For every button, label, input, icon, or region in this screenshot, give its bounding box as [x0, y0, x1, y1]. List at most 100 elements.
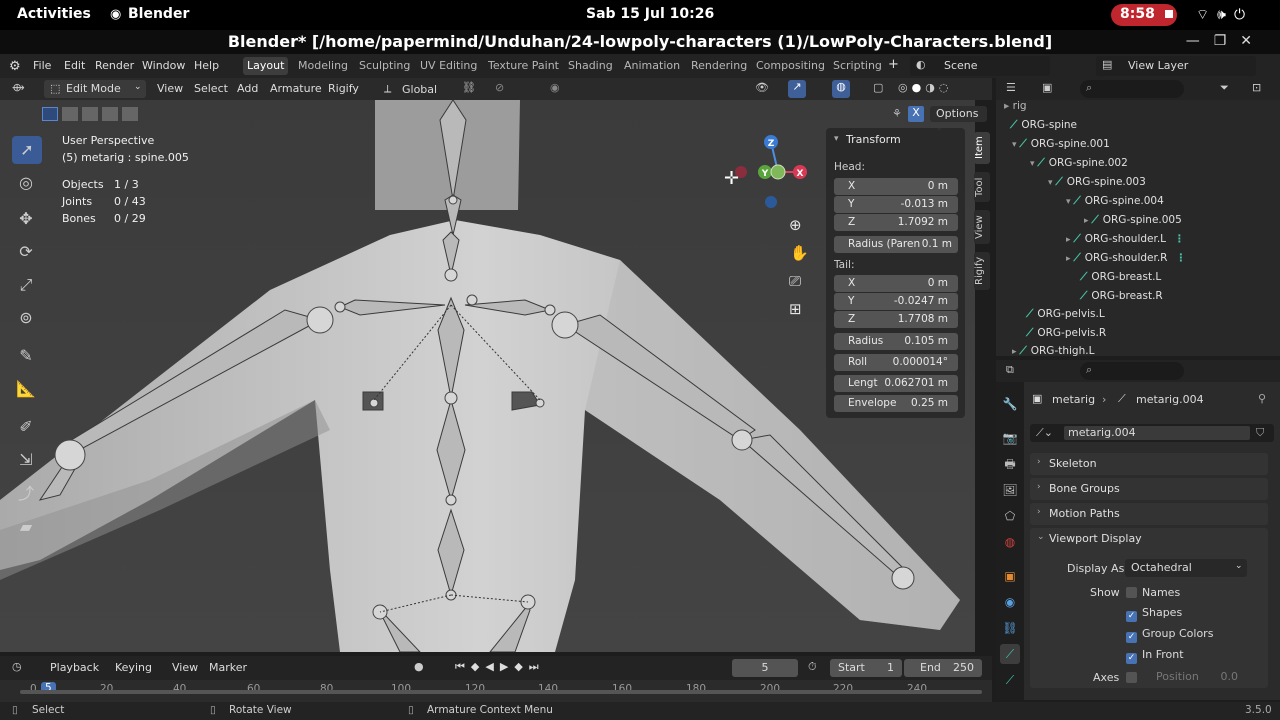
- menu-playback[interactable]: Playback: [50, 661, 99, 674]
- roll-tool[interactable]: ✐: [12, 413, 40, 441]
- roll-field[interactable]: Roll 0.000014°: [834, 354, 958, 371]
- overlay-toggle-icon[interactable]: ◍: [832, 80, 850, 98]
- tail-z-field[interactable]: Z 1.7708 m: [834, 311, 958, 328]
- select-intersect-icon[interactable]: [122, 107, 138, 121]
- select-new-icon[interactable]: [42, 107, 58, 121]
- group-colors-checkbox[interactable]: ✓ Group Colors: [1126, 627, 1213, 643]
- tab-texture-paint[interactable]: Texture Paint: [488, 59, 559, 72]
- options-dropdown[interactable]: Options ⌄: [930, 106, 987, 132]
- head-y-field[interactable]: Y -0.013 m: [834, 196, 958, 213]
- material-icon[interactable]: ◑: [925, 81, 939, 94]
- view-layer-tab-icon[interactable]: 🖼: [1000, 480, 1020, 500]
- select-extend-icon[interactable]: [62, 107, 78, 121]
- record-keyframe-icon[interactable]: ●: [414, 660, 424, 673]
- physics-tab-icon[interactable]: ◉: [1000, 592, 1020, 612]
- select-box-tool[interactable]: ➚: [12, 136, 42, 164]
- tab-view[interactable]: View: [974, 210, 990, 244]
- menu-rigify[interactable]: Rigify: [328, 82, 359, 95]
- add-workspace-icon[interactable]: +: [888, 57, 899, 72]
- maximize-icon[interactable]: ❐: [1214, 33, 1241, 49]
- view-layer-selector[interactable]: ▤ View Layer: [1096, 56, 1256, 76]
- clock[interactable]: Sab 15 Jul 10:26: [586, 6, 714, 22]
- display-as-dropdown[interactable]: Octahedral ⌄: [1125, 559, 1247, 577]
- activities-button[interactable]: Activities: [17, 6, 91, 22]
- select-mode-buttons[interactable]: [42, 107, 138, 123]
- gizmo-toggle-icon[interactable]: ↗: [788, 80, 806, 98]
- properties-editor-icon[interactable]: ⧉: [1006, 363, 1014, 377]
- tab-shading[interactable]: Shading: [568, 59, 613, 72]
- outliner-row[interactable]: ⟋ ORG-pelvis.R: [1026, 327, 1106, 340]
- rendered-icon[interactable]: ◌: [939, 81, 953, 94]
- wireframe-icon[interactable]: ◎: [898, 81, 912, 94]
- tail-x-field[interactable]: X0 m: [834, 275, 958, 292]
- menu-add[interactable]: Add: [237, 82, 258, 95]
- screen-recording-indicator[interactable]: 8:58: [1111, 4, 1177, 26]
- tab-modeling[interactable]: Modeling: [298, 59, 348, 72]
- timeline-ruler[interactable]: 0 5 20 40 60 80 100 120 140 160 180 200 …: [0, 680, 992, 702]
- menu-file[interactable]: File: [33, 59, 51, 72]
- jump-end-icon[interactable]: ⏭: [529, 660, 545, 673]
- cursor-tool[interactable]: ◎: [12, 169, 40, 197]
- outliner-row[interactable]: ⟋ ORG-spine: [1010, 119, 1077, 132]
- close-icon[interactable]: ✕: [1240, 33, 1266, 49]
- system-tray[interactable]: ⌔🕪⏻: [1196, 6, 1253, 24]
- breadcrumb-object[interactable]: metarig: [1052, 393, 1095, 406]
- outliner-row[interactable]: ⟋ ORG-breast.L: [1080, 271, 1161, 284]
- axes-position-field[interactable]: Position 0.0: [1142, 669, 1246, 685]
- collapse-arrow-icon[interactable]: ▾: [834, 134, 839, 144]
- outliner-row[interactable]: ▾ ⟋ ORG-spine.001: [1012, 138, 1110, 151]
- menu-window[interactable]: Window: [142, 59, 185, 72]
- menu-view[interactable]: View: [157, 82, 183, 95]
- radius-parent-field[interactable]: Radius (Paren 0.1 m: [834, 236, 958, 253]
- visibility-icon[interactable]: 👁: [755, 81, 769, 94]
- outliner-editor-icon[interactable]: ☰: [1006, 81, 1016, 94]
- shading-mode-buttons[interactable]: ◎●◑◌: [898, 81, 952, 94]
- mirror-icon[interactable]: ⚘: [892, 107, 902, 120]
- select-subtract-icon[interactable]: [82, 107, 98, 121]
- data-name-field[interactable]: metarig.004: [1064, 426, 1250, 440]
- outliner-row[interactable]: ▸ ⟋ ORG-shoulder.R ⋮: [1066, 252, 1190, 265]
- outliner-search-input[interactable]: ⌕: [1080, 80, 1184, 98]
- tab-rigify[interactable]: Rigify: [974, 252, 990, 290]
- outliner-row-rig[interactable]: ▸ rig: [1004, 100, 1027, 112]
- measure-tool[interactable]: 📐: [12, 375, 40, 403]
- new-collection-icon[interactable]: ⊡: [1252, 81, 1261, 94]
- current-frame-field[interactable]: 5: [732, 659, 798, 677]
- tab-layout[interactable]: Layout: [243, 57, 289, 75]
- tail-y-field[interactable]: Y -0.0247 m: [834, 293, 958, 310]
- armature-data-selector[interactable]: ⟋⌄ metarig.004 ⛉: [1030, 424, 1274, 442]
- menu-view[interactable]: View: [172, 661, 198, 674]
- constraints-tab-icon[interactable]: ⛓: [1000, 618, 1020, 638]
- tab-compositing[interactable]: Compositing: [756, 59, 825, 72]
- object-tab-icon[interactable]: ▣: [1000, 566, 1020, 586]
- in-front-checkbox[interactable]: ✓ In Front: [1126, 648, 1184, 664]
- display-mode-icon[interactable]: ▣: [1042, 81, 1052, 94]
- minimize-icon[interactable]: —: [1186, 33, 1214, 49]
- scene-tab-icon[interactable]: ⬠: [1000, 506, 1020, 526]
- outliner-row[interactable]: ⟋ ORG-breast.R: [1080, 290, 1163, 303]
- blender-logo-icon[interactable]: ⚙: [9, 59, 21, 74]
- scale-tool[interactable]: ⤢: [12, 271, 40, 299]
- transform-orientation-dropdown[interactable]: ⟂ Global: [380, 80, 454, 98]
- select-invert-icon[interactable]: [102, 107, 118, 121]
- prev-keyframe-icon[interactable]: ◆: [471, 660, 485, 673]
- render-tab-icon[interactable]: 📷: [1000, 428, 1020, 448]
- outliner-row[interactable]: ⟋ ORG-pelvis.L: [1026, 308, 1105, 321]
- section-bone-groups[interactable]: › Bone Groups: [1030, 478, 1268, 500]
- outliner-row[interactable]: ▾ ⟋ ORG-spine.003: [1048, 176, 1146, 189]
- rotate-tool[interactable]: ⟳: [12, 238, 40, 266]
- start-frame-field[interactable]: Start 1: [830, 659, 902, 677]
- play-reverse-icon[interactable]: ◀: [485, 660, 499, 673]
- outliner-row[interactable]: ▾ ⟋ ORG-spine.004: [1066, 195, 1164, 208]
- outliner-row[interactable]: ▾ ⟋ ORG-spine.002: [1030, 157, 1128, 170]
- next-keyframe-icon[interactable]: ◆: [514, 660, 528, 673]
- shapes-checkbox[interactable]: ✓ Shapes: [1126, 606, 1182, 622]
- envelope-field[interactable]: Envelope 0.25 m: [834, 395, 958, 412]
- jump-start-icon[interactable]: ⏮: [455, 660, 471, 673]
- pin-icon[interactable]: ⚲: [1258, 392, 1266, 405]
- menu-render[interactable]: Render: [95, 59, 134, 72]
- shear-tool[interactable]: ▰: [12, 513, 40, 541]
- editor-type-icon[interactable]: ⟴: [12, 81, 25, 94]
- mode-dropdown[interactable]: ⬚ Edit Mode ⌄: [44, 80, 146, 98]
- section-skeleton[interactable]: › Skeleton: [1030, 453, 1268, 475]
